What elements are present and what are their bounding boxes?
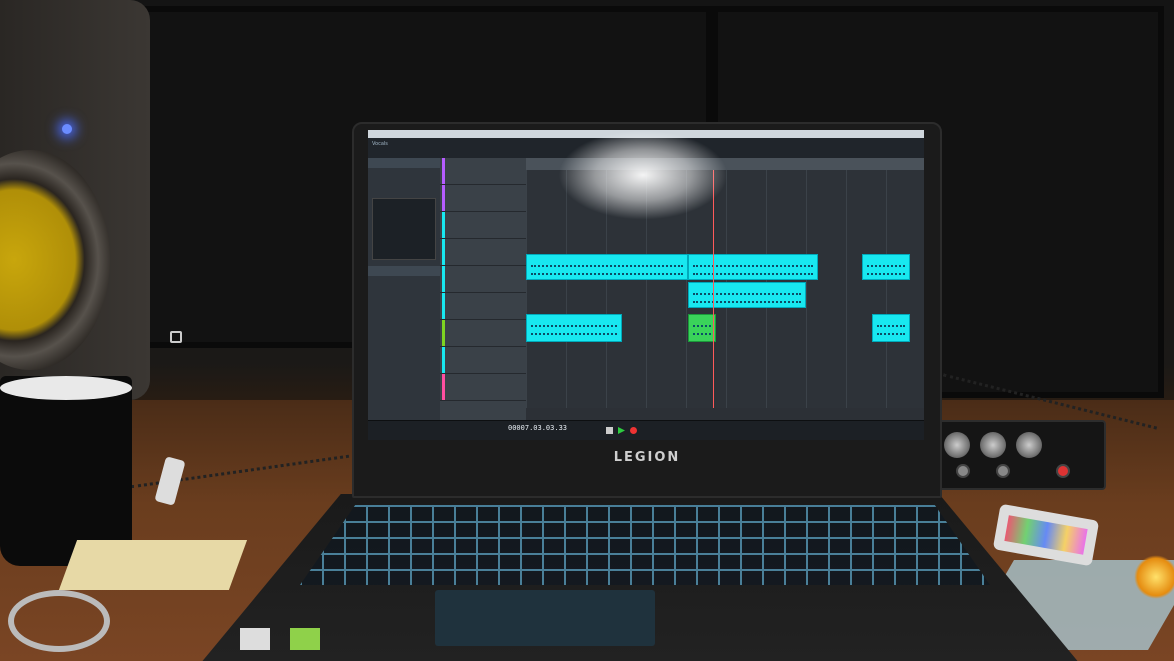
- keyring: [8, 590, 110, 652]
- gain-knob: [980, 432, 1006, 458]
- track-color-strip: [442, 293, 445, 319]
- power-indicator: [1056, 464, 1070, 478]
- track-header[interactable]: [440, 185, 526, 212]
- track-color-strip: [442, 347, 445, 373]
- speaker-woofer: [0, 150, 110, 370]
- record-button[interactable]: [630, 427, 637, 434]
- audio-clip[interactable]: [688, 282, 806, 308]
- gain-knob: [944, 432, 970, 458]
- touchpad: [435, 590, 655, 646]
- waveform: [693, 293, 801, 303]
- waveform: [867, 265, 905, 275]
- track-header[interactable]: [440, 320, 526, 347]
- waveform: [531, 265, 683, 275]
- lamp-glow: [1134, 555, 1174, 599]
- speaker-led: [62, 124, 72, 134]
- intel-sticker: [240, 628, 270, 650]
- audio-clip[interactable]: [872, 314, 910, 342]
- track-color-strip: [442, 212, 445, 238]
- audio-clip[interactable]: [862, 254, 910, 280]
- track-color-strip: [442, 239, 445, 265]
- track-color-strip: [442, 158, 445, 184]
- audio-clip[interactable]: [688, 254, 818, 280]
- track-header[interactable]: [440, 266, 526, 293]
- inspector-row: [368, 184, 440, 192]
- studio-speaker: [0, 0, 150, 400]
- nvidia-sticker: [290, 628, 320, 650]
- waveform: [877, 325, 905, 335]
- waveform: [693, 325, 711, 335]
- laptop-screen: Vocals 00007.03.03.33: [368, 130, 924, 440]
- laptop-lid: Vocals 00007.03.03.33 LEGION: [352, 122, 942, 498]
- backlit-keyboard: [300, 505, 990, 585]
- track-list: [440, 158, 526, 420]
- photo-scene: Vocals 00007.03.03.33 LEGION: [0, 0, 1174, 661]
- audio-interface: [934, 420, 1106, 490]
- inspector-header: [368, 266, 440, 276]
- track-header[interactable]: [440, 212, 526, 239]
- volume-knob: [1016, 432, 1042, 458]
- input-jack: [956, 464, 970, 478]
- audio-clip-selected[interactable]: [688, 314, 716, 342]
- inspector-row: [368, 284, 440, 292]
- play-button[interactable]: [618, 427, 625, 434]
- track-inspector: [368, 158, 441, 420]
- laptop-brand-logo: LEGION: [613, 450, 681, 465]
- remote-buttons: [1004, 515, 1088, 555]
- inspector-row: [368, 276, 440, 284]
- waveform: [693, 265, 813, 275]
- coaster: [58, 540, 248, 590]
- input-jack: [996, 464, 1010, 478]
- track-color-strip: [442, 266, 445, 292]
- time-display: 00007.03.03.33: [508, 424, 568, 432]
- track-color-strip: [442, 374, 445, 400]
- inspector-row: [368, 176, 440, 184]
- track-header[interactable]: [440, 158, 526, 185]
- track-header[interactable]: [440, 293, 526, 320]
- inspector-row: [368, 308, 440, 316]
- track-color-strip: [442, 185, 445, 211]
- inspector-row: [368, 300, 440, 308]
- track-header[interactable]: [440, 239, 526, 266]
- track-header[interactable]: [440, 374, 526, 401]
- waveform: [531, 325, 617, 335]
- coffee-mug: [0, 376, 132, 566]
- screen-glare: [558, 130, 728, 220]
- channel-fader[interactable]: [372, 198, 436, 260]
- inspector-header: [368, 158, 440, 168]
- track-header[interactable]: [440, 347, 526, 374]
- inspector-row: [368, 168, 440, 176]
- monitor-power-button: [170, 331, 182, 343]
- inspector-row: [368, 292, 440, 300]
- transport-bar: 00007.03.03.33: [368, 420, 924, 440]
- track-color-strip: [442, 320, 445, 346]
- stop-button[interactable]: [606, 427, 613, 434]
- audio-clip[interactable]: [526, 254, 688, 280]
- inspector-title: Vocals: [372, 141, 388, 147]
- audio-clip[interactable]: [526, 314, 622, 342]
